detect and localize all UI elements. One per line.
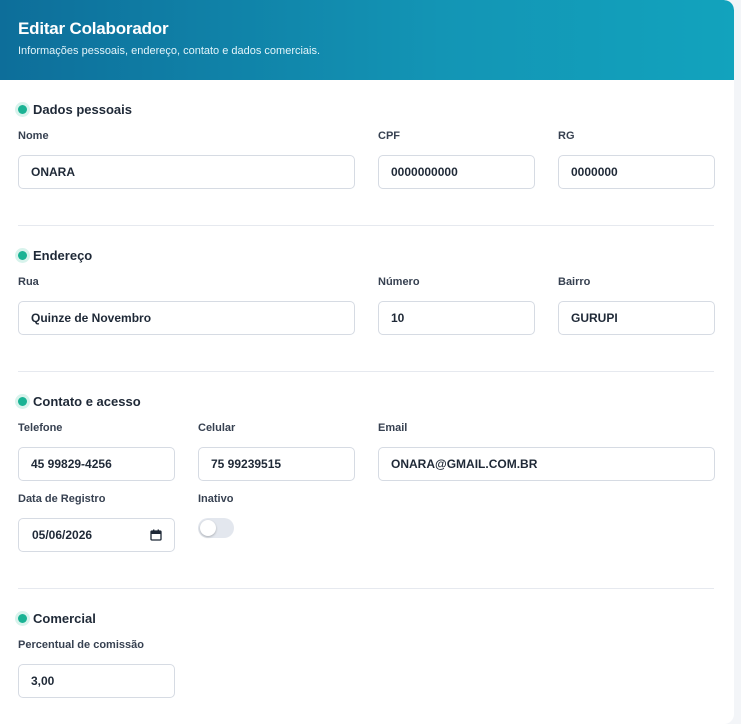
section-contato: Contato e acesso Telefone 45 99829-4256 … <box>18 372 715 589</box>
section-title-label: Dados pessoais <box>33 101 132 117</box>
field-data-registro: Data de Registro 05/06/2026 <box>18 491 175 552</box>
inativo-label: Inativo <box>198 493 234 505</box>
dot-icon <box>18 613 27 623</box>
email-label: Email <box>378 422 408 434</box>
dot-icon <box>18 250 27 260</box>
field-inativo: Inativo <box>198 491 234 552</box>
dot-icon <box>18 104 27 114</box>
field-nome: Nome ONARA <box>18 128 355 189</box>
section-title: Endereço <box>18 246 714 264</box>
field-cpf: CPF 0000000000 <box>378 128 535 189</box>
section-title: Comercial <box>18 609 714 627</box>
field-comissao: Percentual de comissão 3,00 <box>18 637 175 698</box>
cpf-label: CPF <box>378 130 400 142</box>
cpf-input[interactable]: 0000000000 <box>378 155 535 189</box>
section-comercial: Comercial Percentual de comissão 3,00 <box>18 589 714 698</box>
bairro-label: Bairro <box>558 276 591 288</box>
toggle-knob <box>200 520 216 536</box>
page-title: Editar Colaborador <box>18 19 169 38</box>
field-rua: Rua Quinze de Novembro <box>18 274 355 335</box>
data-registro-label: Data de Registro <box>18 493 106 505</box>
section-title: Contato e acesso <box>18 392 714 410</box>
inativo-toggle[interactable] <box>198 518 234 538</box>
field-numero: Número 10 <box>378 274 535 335</box>
telefone-input[interactable]: 45 99829-4256 <box>18 447 175 481</box>
rg-label: RG <box>558 130 575 142</box>
section-title-label: Comercial <box>33 610 96 626</box>
field-telefone: Telefone 45 99829-4256 <box>18 420 175 481</box>
rua-input[interactable]: Quinze de Novembro <box>18 301 355 335</box>
rg-input[interactable]: 0000000 <box>558 155 715 189</box>
section-endereco: Endereço Rua Quinze de Novembro Número 1… <box>18 226 715 372</box>
section-dados-pessoais: Dados pessoais Nome ONARA CPF 0000000000… <box>18 80 715 226</box>
section-title-label: Contato e acesso <box>33 393 141 409</box>
comissao-label: Percentual de comissão <box>18 639 144 651</box>
calendar-icon[interactable] <box>150 529 162 541</box>
comissao-input[interactable]: 3,00 <box>18 664 175 698</box>
section-title: Dados pessoais <box>18 100 714 118</box>
numero-input[interactable]: 10 <box>378 301 535 335</box>
field-rg: RG 0000000 <box>558 128 715 189</box>
field-email: Email ONARA@GMAIL.COM.BR <box>378 420 715 481</box>
rua-label: Rua <box>18 276 39 288</box>
numero-label: Número <box>378 276 420 288</box>
bairro-input[interactable]: GURUPI <box>558 301 715 335</box>
field-celular: Celular 75 99239515 <box>198 420 355 481</box>
card-header: Editar Colaborador Informações pessoais,… <box>0 0 734 80</box>
dot-icon <box>18 396 27 406</box>
section-title-label: Endereço <box>33 247 93 263</box>
celular-input[interactable]: 75 99239515 <box>198 447 355 481</box>
nome-label: Nome <box>18 130 49 142</box>
field-bairro: Bairro GURUPI <box>558 274 715 335</box>
telefone-label: Telefone <box>18 422 63 434</box>
form-body: Dados pessoais Nome ONARA CPF 0000000000… <box>0 80 734 698</box>
celular-label: Celular <box>198 422 236 434</box>
email-input[interactable]: ONARA@GMAIL.COM.BR <box>378 447 715 481</box>
page-subtitle: Informações pessoais, endereço, contato … <box>18 45 321 57</box>
data-registro-input[interactable]: 05/06/2026 <box>18 518 175 552</box>
nome-input[interactable]: ONARA <box>18 155 355 189</box>
data-registro-value: 05/06/2026 <box>32 528 93 542</box>
edit-collaborator-card: Editar Colaborador Informações pessoais,… <box>0 0 734 724</box>
